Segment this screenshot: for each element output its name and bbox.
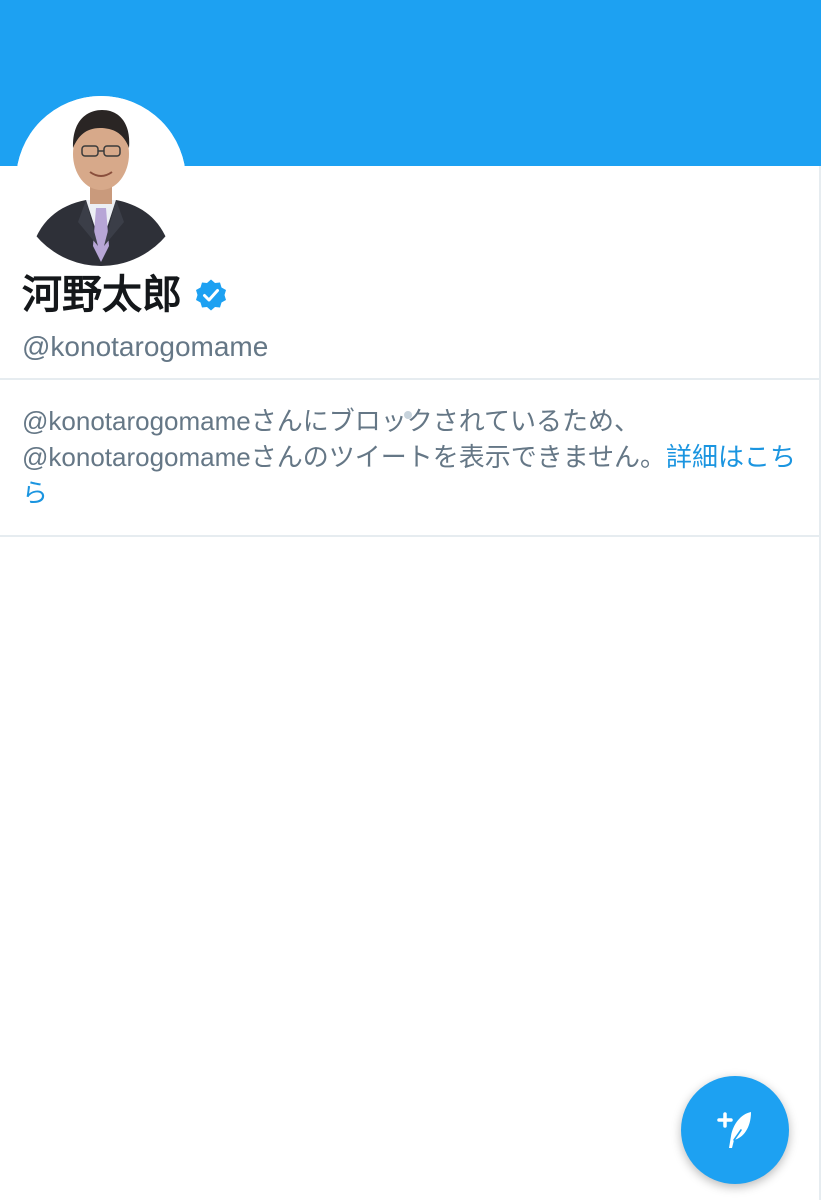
- verified-badge-icon: [196, 279, 226, 311]
- blocked-notice-line2: @konotarogomameさんのツイートを表示できません。: [22, 442, 666, 472]
- compose-tweet-icon: [717, 1112, 751, 1148]
- compose-tweet-button[interactable]: [681, 1076, 789, 1184]
- divider: [0, 378, 819, 380]
- blocked-notice: @konotarogomameさんにブロックされているため、 @konotaro…: [22, 403, 802, 511]
- divider: [0, 535, 819, 537]
- profile-page: 河野太郎 @konotarogomame @konotarogomameさんにブ…: [0, 0, 821, 1200]
- avatar[interactable]: [16, 96, 186, 266]
- display-name: 河野太郎: [22, 272, 182, 318]
- blocked-notice-line1: @konotarogomameさんにブロックされているため、: [22, 406, 640, 436]
- profile-name-row: 河野太郎: [22, 270, 228, 320]
- avatar-photo: [16, 96, 186, 266]
- profile-handle: @konotarogomame: [22, 331, 269, 362]
